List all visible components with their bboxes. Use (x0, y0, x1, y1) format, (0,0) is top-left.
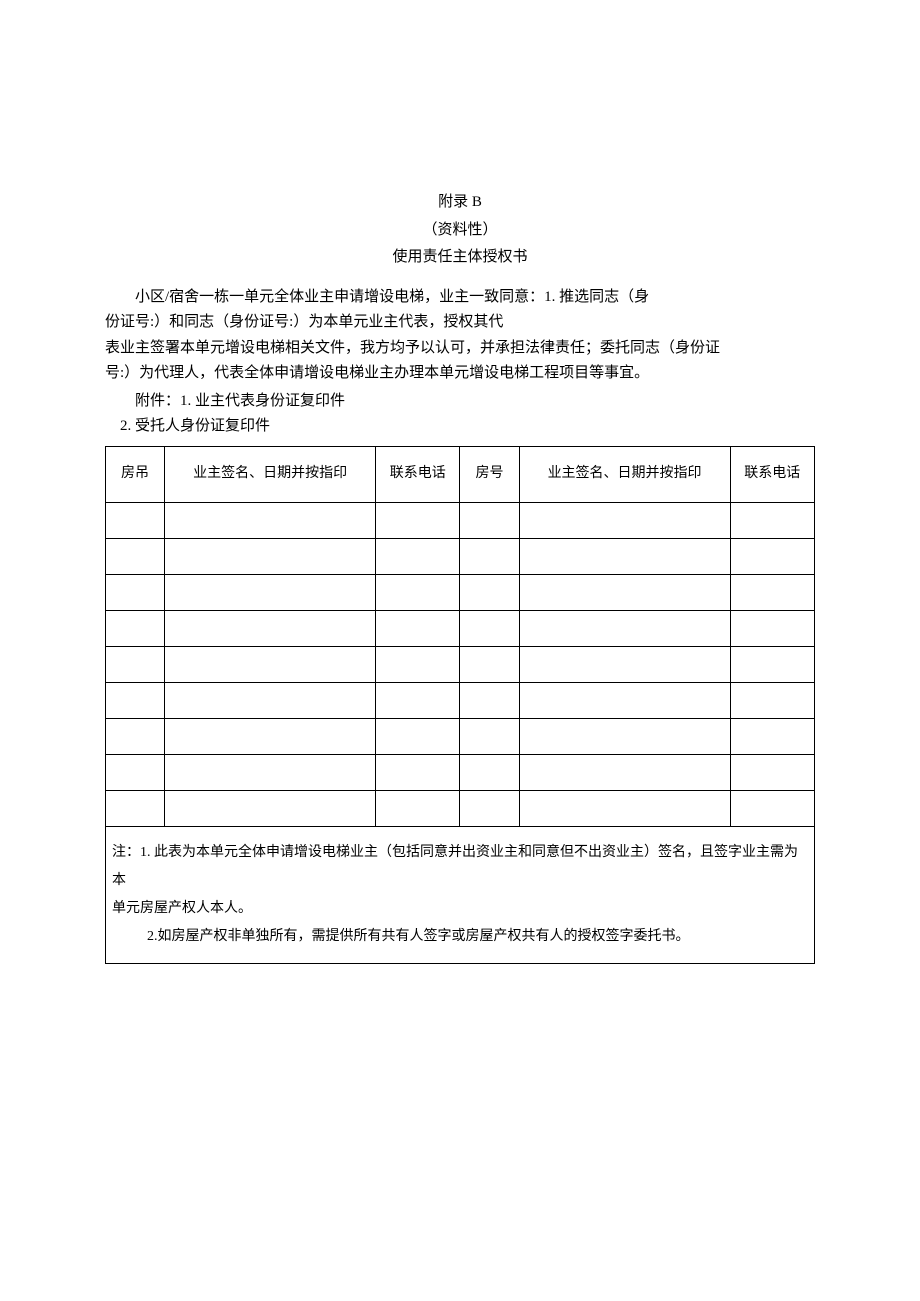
attachment-line-1: 附件：1. 业主代表身份证复印件 (105, 389, 815, 415)
table-row (106, 610, 815, 646)
appendix-label: 附录 B (105, 190, 815, 216)
table-row (106, 646, 815, 682)
col-phone-1: 联系电话 (376, 446, 460, 502)
table-row (106, 682, 815, 718)
nature-label: （资料性） (105, 218, 815, 244)
note-1-line-2: 单元房屋产权人本人。 (112, 895, 808, 923)
attachment-line-2: 2. 受托人身份证复印件 (105, 414, 815, 440)
signature-table: 房吊 业主签名、日期并按指印 联系电话 房号 业主签名、日期并按指印 联系电话 (105, 446, 815, 827)
note-2: 2.如房屋产权非单独所有，需提供所有共有人签字或房屋产权共有人的授权签字委托书。 (112, 923, 808, 951)
col-room-1: 房吊 (106, 446, 165, 502)
table-row (106, 502, 815, 538)
table-header-row: 房吊 业主签名、日期并按指印 联系电话 房号 业主签名、日期并按指印 联系电话 (106, 446, 815, 502)
authorization-body: 小区/宿舍一栋一单元全体业主申请增设电梯，业主一致同意：1. 推选同志（身 份证… (105, 285, 815, 387)
col-phone-2: 联系电话 (730, 446, 814, 502)
col-sign-1: 业主签名、日期并按指印 (165, 446, 376, 502)
body-line-4: 号:）为代理人，代表全体申请增设电梯业主办理本单元增设电梯工程项目等事宜。 (105, 361, 815, 387)
attachments-block: 附件：1. 业主代表身份证复印件 2. 受托人身份证复印件 (105, 389, 815, 440)
note-1-line-1: 注：1. 此表为本单元全体申请增设电梯业主（包括同意并出资业主和同意但不出资业主… (112, 839, 808, 895)
table-row (106, 718, 815, 754)
document-header: 附录 B （资料性） 使用责任主体授权书 (105, 190, 815, 271)
body-line-3: 表业主签署本单元增设电梯相关文件，我方均予以认可，并承担法律责任；委托同志（身份… (105, 336, 815, 362)
table-row (106, 538, 815, 574)
body-line-1: 小区/宿舍一栋一单元全体业主申请增设电梯，业主一致同意：1. 推选同志（身 (105, 285, 815, 311)
col-sign-2: 业主签名、日期并按指印 (519, 446, 730, 502)
col-room-2: 房号 (460, 446, 519, 502)
table-body (106, 502, 815, 826)
table-row (106, 790, 815, 826)
document-title: 使用责任主体授权书 (105, 245, 815, 271)
table-row (106, 754, 815, 790)
body-line-2: 份证号:）和同志（身份证号:）为本单元业主代表，授权其代 (105, 310, 815, 336)
notes-block: 注：1. 此表为本单元全体申请增设电梯业主（包括同意并出资业主和同意但不出资业主… (105, 827, 815, 964)
table-row (106, 574, 815, 610)
